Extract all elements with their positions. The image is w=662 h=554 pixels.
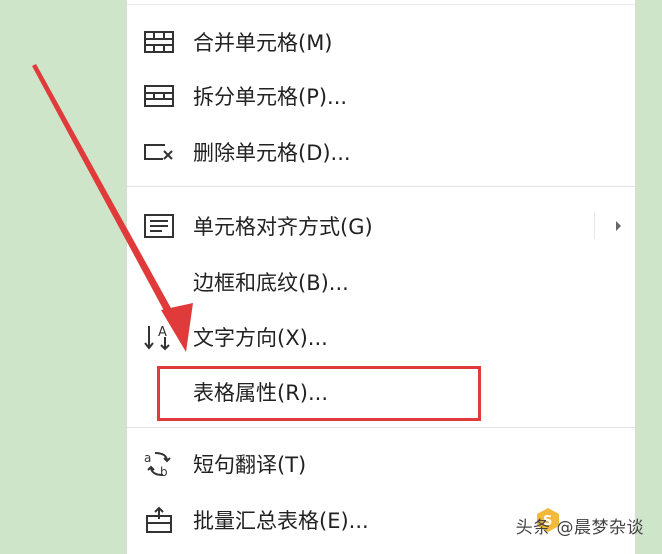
watermark: 头条 @晨梦杂谈: [515, 518, 644, 538]
annotation-arrow: [32, 64, 193, 352]
